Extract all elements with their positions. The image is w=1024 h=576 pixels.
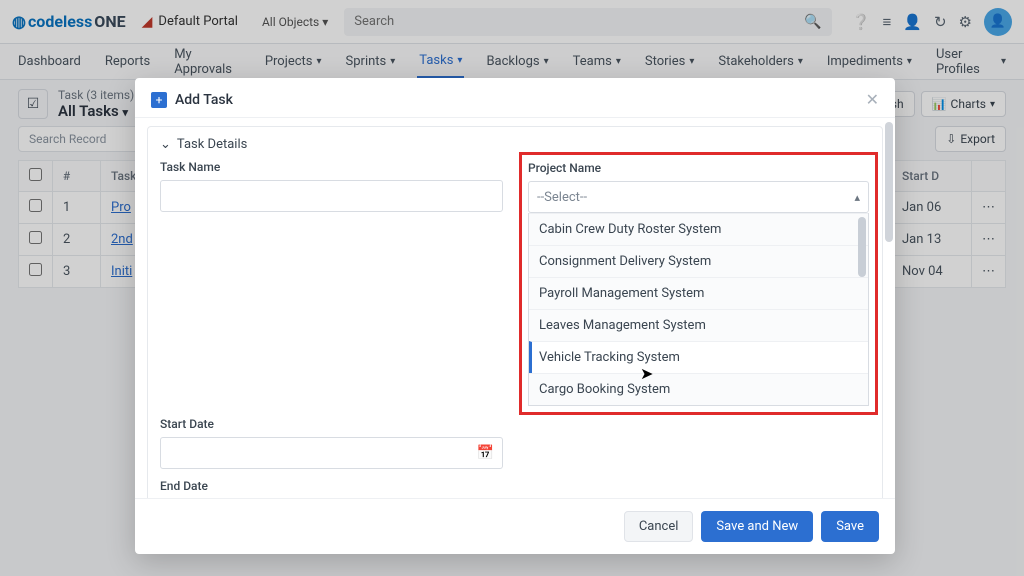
dropdown-option[interactable]: Cabin Crew Duty Roster System bbox=[529, 213, 868, 245]
field-task-name: Task Name bbox=[160, 160, 503, 407]
dropdown-option[interactable]: Cargo Booking System bbox=[529, 373, 868, 405]
start-date-input[interactable]: 📅 bbox=[160, 437, 503, 469]
modal-header: + Add Task ✕ bbox=[135, 78, 895, 118]
section-title-text: Task Details bbox=[177, 137, 247, 152]
field-label: Task Name bbox=[160, 160, 503, 174]
save-button[interactable]: Save bbox=[821, 511, 879, 542]
chevron-down-icon: ⌄ bbox=[160, 137, 171, 152]
dropdown-option[interactable]: Payroll Management System bbox=[529, 277, 868, 309]
highlight-box: Project Name --Select-- ▴ Cabin Crew Dut… bbox=[519, 152, 878, 415]
dropdown-option[interactable]: Vehicle Tracking System bbox=[529, 341, 868, 373]
modal-footer: Cancel Save and New Save bbox=[135, 498, 895, 554]
cancel-button[interactable]: Cancel bbox=[624, 511, 694, 542]
task-name-input[interactable] bbox=[160, 180, 503, 212]
task-details-section: ⌄ Task Details Task Name Project Name --S… bbox=[147, 126, 883, 498]
modal-body: ⌄ Task Details Task Name Project Name --S… bbox=[135, 118, 895, 498]
close-icon[interactable]: ✕ bbox=[866, 90, 879, 109]
modal-scrollbar[interactable] bbox=[885, 122, 893, 242]
field-label: Start Date bbox=[160, 417, 503, 431]
calendar-icon: 📅 bbox=[477, 445, 494, 461]
dropdown-option[interactable]: Leaves Management System bbox=[529, 309, 868, 341]
field-label: End Date bbox=[160, 479, 503, 493]
modal-title: Add Task bbox=[175, 92, 233, 108]
section-title[interactable]: ⌄ Task Details bbox=[160, 137, 870, 152]
dropdown-scrollbar[interactable] bbox=[858, 217, 866, 277]
chevron-up-icon: ▴ bbox=[854, 191, 860, 204]
field-project-name: Project Name --Select-- ▴ Cabin Crew Dut… bbox=[527, 160, 870, 407]
plus-icon: + bbox=[151, 92, 167, 108]
select-placeholder: --Select-- bbox=[537, 190, 587, 205]
project-dropdown-list: Cabin Crew Duty Roster System Consignmen… bbox=[528, 213, 869, 406]
field-label: Project Name bbox=[528, 161, 869, 175]
field-end-date: End Date 📅 bbox=[160, 479, 503, 498]
save-and-new-button[interactable]: Save and New bbox=[701, 511, 813, 542]
field-start-date: Start Date 📅 bbox=[160, 417, 503, 469]
dropdown-option[interactable]: Consignment Delivery System bbox=[529, 245, 868, 277]
project-name-select[interactable]: --Select-- ▴ bbox=[528, 181, 869, 213]
add-task-modal: + Add Task ✕ ⌄ Task Details Task Name Pro… bbox=[135, 78, 895, 554]
